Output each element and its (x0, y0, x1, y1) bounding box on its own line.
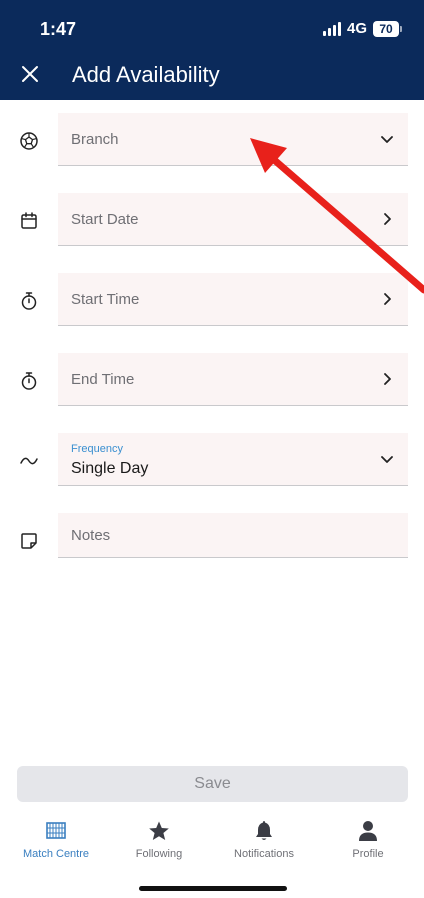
start-time-field-row: Start Time (0, 273, 424, 327)
frequency-field-row: Frequency Single Day (0, 433, 424, 487)
start-date-field-row: Start Date (0, 193, 424, 247)
end-time-field[interactable]: End Time (58, 353, 408, 406)
frequency-label: Frequency (71, 443, 123, 455)
tab-profile[interactable]: Profile (323, 820, 413, 860)
start-time-placeholder: Start Time (71, 291, 140, 308)
calendar-icon (21, 212, 37, 229)
signal-icon (322, 21, 341, 36)
tab-label: Profile (352, 848, 384, 860)
branch-placeholder: Branch (71, 131, 119, 148)
chevron-down-icon (381, 456, 393, 463)
end-time-placeholder: End Time (71, 371, 135, 388)
notes-input[interactable]: Notes (58, 513, 408, 558)
battery-icon: 70 (373, 20, 402, 37)
star-icon (149, 821, 169, 840)
home-indicator (139, 886, 287, 891)
chevron-right-icon (384, 293, 391, 305)
tab-label: Match Centre (22, 848, 90, 860)
note-icon (21, 533, 37, 549)
app-header: 1:47 4G 70 Add Availability (0, 0, 424, 100)
stopwatch-icon (21, 292, 37, 310)
status-indicators: 4G 70 (322, 20, 402, 37)
tab-match-centre[interactable]: Match Centre (11, 820, 101, 860)
bottom-tab-bar: Match Centre Following Notifications Pro… (0, 820, 424, 870)
notes-placeholder: Notes (71, 527, 111, 544)
tab-following[interactable]: Following (114, 820, 204, 860)
branch-field-row: Branch (0, 113, 424, 167)
start-time-field[interactable]: Start Time (58, 273, 408, 326)
tab-notifications[interactable]: Notifications (219, 820, 309, 860)
notes-field-row: Notes (0, 513, 424, 567)
grid-icon (46, 822, 66, 839)
start-date-field[interactable]: Start Date (58, 193, 408, 246)
bell-icon (256, 821, 272, 840)
branch-select[interactable]: Branch (58, 113, 408, 166)
wave-icon (20, 457, 38, 465)
tab-label: Notifications (234, 848, 294, 860)
stopwatch-icon (21, 372, 37, 390)
tab-label: Following (135, 848, 183, 860)
save-button[interactable]: Save (17, 766, 408, 802)
start-date-placeholder: Start Date (71, 211, 139, 228)
end-time-field-row: End Time (0, 353, 424, 407)
frequency-value: Single Day (71, 460, 149, 477)
close-button[interactable] (18, 62, 42, 86)
chevron-right-icon (384, 213, 391, 225)
page-title: Add Availability (72, 62, 220, 87)
status-time: 1:47 (40, 19, 77, 39)
soccer-ball-icon (20, 132, 38, 150)
battery-level: 70 (373, 20, 399, 37)
person-icon (359, 821, 377, 841)
close-icon (22, 66, 38, 82)
network-type: 4G (346, 20, 367, 37)
frequency-select[interactable]: Frequency Single Day (58, 433, 408, 486)
chevron-down-icon (381, 136, 393, 143)
chevron-right-icon (384, 373, 391, 385)
